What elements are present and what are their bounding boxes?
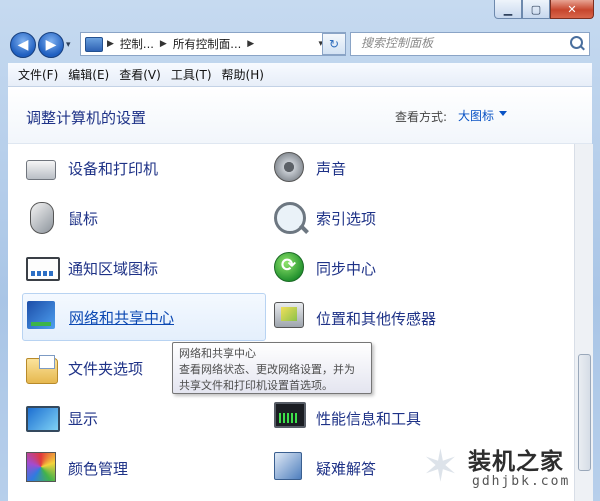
item-label: 索引选项: [316, 209, 377, 228]
search-icon[interactable]: [570, 36, 583, 49]
item-performance-tools[interactable]: 性能信息和工具: [274, 395, 514, 441]
item-sync-center[interactable]: 同步中心: [274, 245, 514, 291]
tooltip-title: 网络和共享中心: [179, 347, 256, 360]
minimize-button[interactable]: ▁: [494, 0, 522, 19]
watermark-star-icon: ✶: [422, 441, 459, 492]
item-network-sharing-center[interactable]: 网络和共享中心: [22, 293, 266, 341]
navigation-bar: ◀ ▶ ▾ ▶ 控制... ▶ 所有控制面... ▶ ▾ ↻: [0, 28, 600, 62]
breadcrumb-separator-icon[interactable]: ▶: [247, 39, 254, 49]
color-management-icon: [26, 452, 56, 482]
page-title: 调整计算机的设置: [26, 109, 147, 127]
control-panel-icon: [85, 36, 103, 52]
breadcrumb-separator-icon[interactable]: ▶: [107, 39, 114, 49]
item-location-sensors[interactable]: 位置和其他传感器: [274, 295, 514, 341]
item-label: 文件夹选项: [68, 359, 144, 378]
item-label: 通知区域图标: [68, 259, 159, 278]
menu-view[interactable]: 查看(V): [119, 66, 161, 83]
watermark: ✶ 装机之家 gdhjbk.com: [422, 438, 592, 498]
tooltip-line-2: 共享文件和打印机设置首选项。: [179, 379, 333, 392]
maximize-button[interactable]: ▢: [522, 0, 550, 19]
item-indexing-options[interactable]: 索引选项: [274, 195, 514, 241]
item-label: 设备和打印机: [68, 159, 159, 178]
troubleshooting-icon: [274, 452, 302, 480]
item-color-management[interactable]: 颜色管理: [26, 445, 266, 491]
watermark-url: gdhjbk.com: [472, 474, 571, 489]
search-box[interactable]: [350, 32, 590, 56]
indexing-icon: [274, 202, 306, 234]
close-icon: ✕: [567, 2, 577, 16]
window-frame: ▁ ▢ ✕ ◀ ▶ ▾ ▶ 控制... ▶ 所有控制面... ▶ ▾ ↻ 文件(…: [0, 0, 600, 501]
breadcrumb-all-items[interactable]: 所有控制面...: [173, 36, 241, 52]
item-label: 疑难解答: [316, 459, 377, 478]
close-button[interactable]: ✕: [550, 0, 594, 19]
sync-center-icon: [274, 252, 304, 282]
menu-edit[interactable]: 编辑(E): [68, 66, 109, 83]
item-devices-printers[interactable]: 设备和打印机: [26, 145, 266, 191]
view-by-caret-icon[interactable]: [499, 111, 507, 116]
search-input[interactable]: [359, 35, 563, 51]
printer-icon: [26, 160, 56, 180]
network-icon: [27, 301, 55, 329]
location-sensor-icon: [274, 302, 304, 328]
menu-tools[interactable]: 工具(T): [171, 66, 212, 83]
item-label: 位置和其他传感器: [316, 309, 437, 328]
item-label: 颜色管理: [68, 459, 129, 478]
item-mouse[interactable]: 鼠标: [26, 195, 266, 241]
back-arrow-icon: ◀: [17, 37, 29, 53]
item-label: 显示: [68, 409, 99, 428]
breadcrumb-control-panel[interactable]: 控制...: [120, 36, 154, 52]
notification-tray-icon: [26, 257, 60, 281]
watermark-title: 装机之家: [468, 449, 564, 475]
minimize-icon: ▁: [503, 2, 513, 16]
performance-icon: [274, 402, 306, 428]
forward-button[interactable]: ▶: [38, 32, 64, 58]
tooltip: 网络和共享中心 查看网络状态、更改网络设置，并为 共享文件和打印机设置首选项。: [172, 342, 372, 394]
window-controls: ▁ ▢ ✕: [494, 0, 594, 19]
item-notification-icons[interactable]: 通知区域图标: [26, 245, 266, 291]
item-label: 声音: [316, 159, 347, 178]
menu-help[interactable]: 帮助(H): [222, 66, 264, 83]
refresh-icon: ↻: [328, 37, 340, 51]
address-bar[interactable]: ▶ 控制... ▶ 所有控制面... ▶ ▾: [80, 32, 346, 56]
breadcrumb-separator-icon[interactable]: ▶: [160, 39, 167, 49]
forward-arrow-icon: ▶: [45, 37, 57, 53]
folder-options-icon: [26, 355, 58, 384]
tooltip-line-1: 查看网络状态、更改网络设置，并为: [179, 363, 355, 376]
speaker-icon: [274, 152, 304, 182]
item-label: 同步中心: [316, 259, 377, 278]
back-button[interactable]: ◀: [10, 32, 36, 58]
item-label: 网络和共享中心: [69, 308, 175, 327]
menu-file[interactable]: 文件(F): [18, 66, 58, 83]
display-icon: [26, 406, 60, 432]
mouse-icon: [30, 202, 54, 234]
refresh-button[interactable]: ↻: [322, 33, 346, 55]
item-sound[interactable]: 声音: [274, 145, 514, 191]
view-by-dropdown[interactable]: 大图标: [458, 107, 494, 124]
content-header: 调整计算机的设置 查看方式: 大图标: [8, 87, 592, 144]
item-label: 性能信息和工具: [316, 409, 422, 428]
item-label: 鼠标: [68, 209, 99, 228]
menu-bar: 文件(F) 编辑(E) 查看(V) 工具(T) 帮助(H): [8, 63, 592, 87]
item-display[interactable]: 显示: [26, 395, 266, 441]
recent-pages-dropdown[interactable]: ▾: [66, 40, 71, 50]
view-by-label: 查看方式:: [395, 110, 448, 124]
maximize-icon: ▢: [530, 2, 542, 16]
